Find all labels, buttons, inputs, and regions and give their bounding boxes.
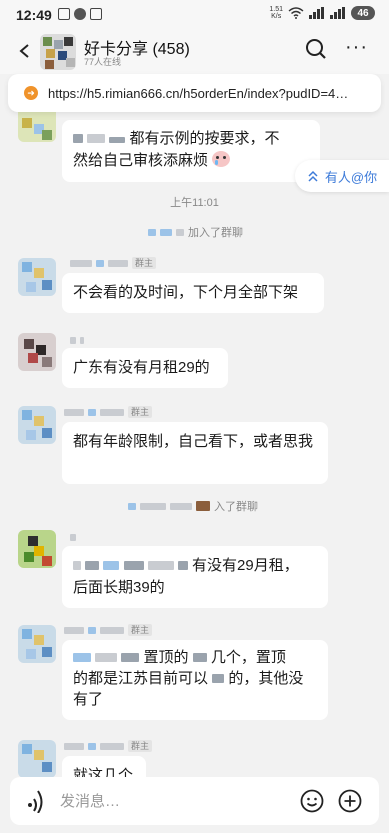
chat-header: 好卡分享 (458) 77人在线 ··· xyxy=(0,30,389,74)
system-message: 入了群聊 xyxy=(128,498,258,514)
crying-face-emoji-icon xyxy=(212,151,231,167)
signal-icon-2 xyxy=(330,7,346,19)
url-text[interactable]: https://h5.rimian666.cn/h5orderEn/index?… xyxy=(48,86,368,101)
screenshot-icon xyxy=(58,8,70,20)
sender-name xyxy=(70,333,84,347)
message-text: 都有示例的按要求，不 xyxy=(129,130,280,147)
message-bubble[interactable]: 置顶的 几个，置顶 的都是江苏目前可以 的，其他没 有了 xyxy=(62,640,328,720)
message-bubble[interactable]: 有没有29月租， 后面长期39的 xyxy=(62,546,328,608)
avatar[interactable] xyxy=(18,258,56,296)
signal-icon-1 xyxy=(309,7,325,19)
status-right-group: 1.51 K/s 46 xyxy=(269,6,375,20)
sender-name: 群主 xyxy=(70,256,157,270)
message-bubble[interactable]: 都有年龄限制，自己看下，或者思我 xyxy=(62,422,328,484)
message-text: 的都是江苏目前可以 xyxy=(73,670,209,687)
more-icon[interactable]: ··· xyxy=(345,36,368,59)
mention-pill[interactable]: 有人@你 xyxy=(295,160,389,192)
voice-icon[interactable] xyxy=(24,789,50,813)
avatar[interactable] xyxy=(18,333,56,371)
emoji-icon[interactable] xyxy=(300,789,324,813)
avatar[interactable] xyxy=(18,530,56,568)
sender-name: 群主 xyxy=(64,623,153,637)
message-text: 置顶的 xyxy=(143,649,189,666)
message-text: 有没有29月租， xyxy=(192,557,299,574)
search-icon[interactable] xyxy=(305,38,327,60)
message-text: 有了 xyxy=(73,691,104,708)
avatar[interactable] xyxy=(18,740,56,778)
status-bar: 12:49 1.51 K/s 46 xyxy=(0,0,389,30)
system-message: 加入了群聊 xyxy=(148,224,243,240)
link-icon: ➜ xyxy=(24,86,38,100)
lock-icon xyxy=(90,8,102,20)
status-time: 12:49 xyxy=(16,7,52,23)
message-bubble[interactable]: 不会看的及时间，下个月全部下架 xyxy=(62,273,324,313)
url-bar[interactable]: ➜ https://h5.rimian666.cn/h5orderEn/inde… xyxy=(8,74,381,112)
owner-badge: 群主 xyxy=(128,406,153,418)
message-text: 几个，置顶 xyxy=(210,649,286,666)
message-text: 不会看的及时间，下个月全部下架 xyxy=(73,284,299,301)
mention-label: 有人@你 xyxy=(324,169,378,185)
status-notification-icons xyxy=(58,8,102,20)
message-text: 的，其他没 xyxy=(228,670,304,687)
net-speed: 1.51 K/s xyxy=(269,6,283,20)
avatar[interactable] xyxy=(18,625,56,663)
sender-name: 群主 xyxy=(64,405,153,419)
battery-indicator: 46 xyxy=(351,6,375,20)
plus-icon[interactable] xyxy=(338,789,362,813)
message-input[interactable] xyxy=(60,789,280,813)
message-bubble[interactable]: 广东有没有月租29的 xyxy=(62,348,228,388)
double-up-chevron-icon xyxy=(308,170,318,182)
owner-badge: 群主 xyxy=(128,740,153,752)
wifi-icon xyxy=(288,7,304,19)
avatar[interactable] xyxy=(18,406,56,444)
message-text: 广东有没有月租29的 xyxy=(73,359,210,376)
timestamp: 上午11:01 xyxy=(170,197,219,209)
owner-badge: 群主 xyxy=(132,257,157,269)
message-input-bar xyxy=(10,777,379,825)
back-arrow-icon xyxy=(19,44,29,58)
message-text: 后面长期39的 xyxy=(73,579,165,596)
sender-name xyxy=(70,530,76,544)
group-avatar[interactable] xyxy=(40,34,76,70)
online-count: 77人在线 xyxy=(84,57,122,67)
back-button[interactable] xyxy=(12,38,38,64)
message-bubble[interactable]: 都有示例的按要求，不 然给自己审核添麻烦 xyxy=(62,120,320,182)
sender-name: 群主 xyxy=(64,739,153,753)
owner-badge: 群主 xyxy=(128,624,153,636)
app-notification-icon xyxy=(74,8,86,20)
message-text: 然给自己审核添麻烦 xyxy=(73,152,209,169)
message-text: 都有年龄限制，自己看下，或者思我 xyxy=(73,433,314,450)
